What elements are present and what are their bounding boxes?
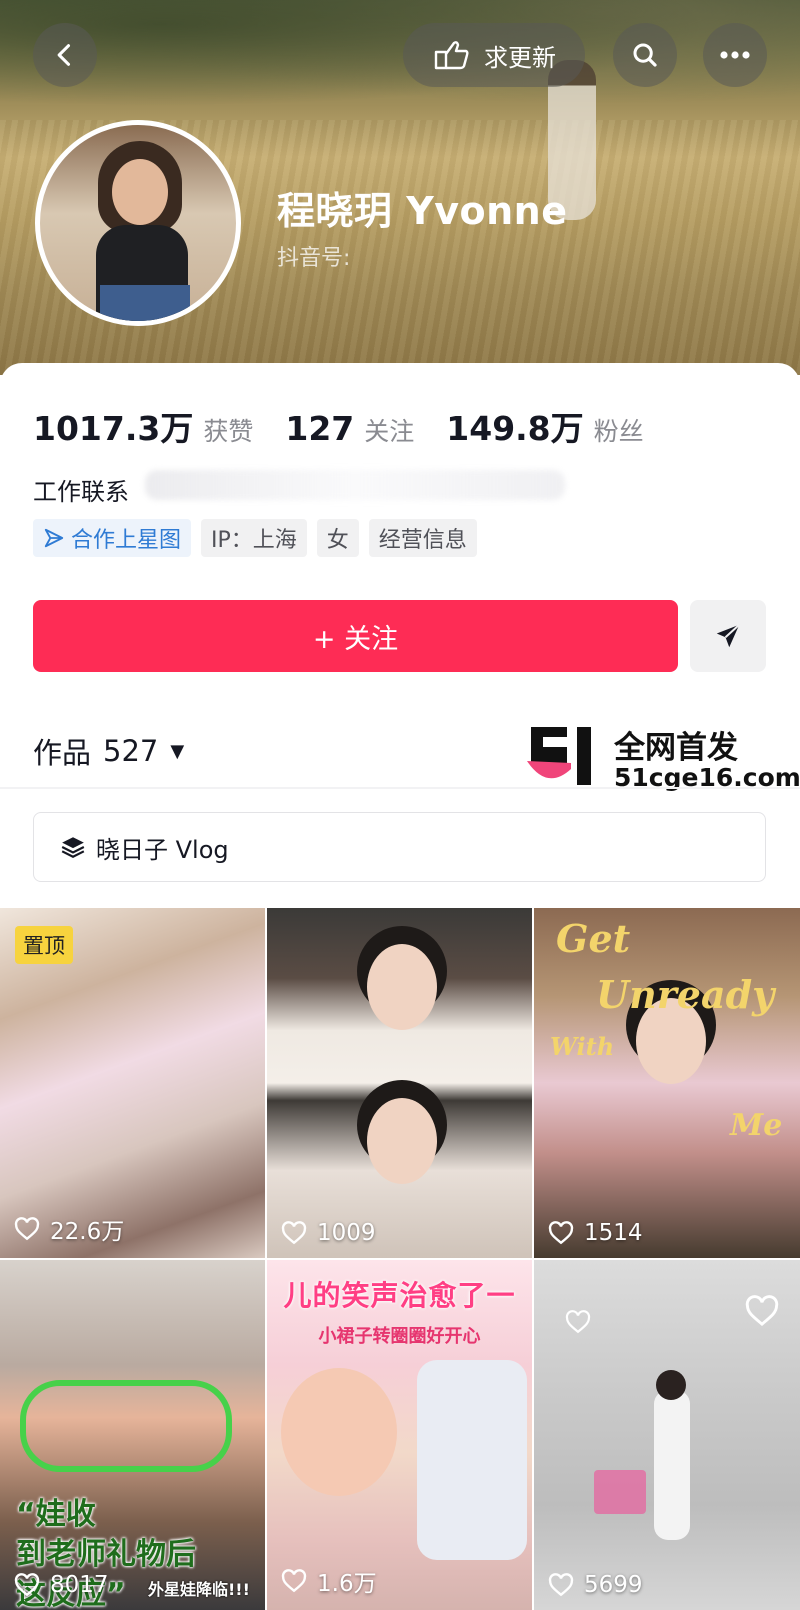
star-map-icon (44, 528, 64, 548)
works-label: 作品 (33, 736, 92, 770)
heart-icon (281, 1221, 307, 1245)
heart-icon (14, 1573, 40, 1597)
search-icon (633, 43, 657, 67)
stat-following-number: 127 (285, 409, 355, 448)
thumb-person-dress (654, 1390, 690, 1540)
video-thumbnail-3[interactable]: Get Unready With Me 1514 (534, 908, 800, 1258)
stat-followers-label: 粉丝 (593, 417, 644, 446)
like-count-value: 5699 (584, 1572, 643, 1598)
like-count-value: 1514 (584, 1220, 643, 1246)
follow-button[interactable]: + 关注 (33, 600, 678, 672)
thumb-person-face-2 (367, 1098, 437, 1184)
request-update-label: 求更新 (484, 43, 556, 72)
tag-gender-label: 女 (326, 528, 349, 553)
tag-business-info[interactable]: 经营信息 (368, 519, 477, 557)
like-count-value: 8017 (50, 1572, 109, 1598)
tag-star-cooperation[interactable]: 合作上星图 (33, 519, 192, 557)
pointing-hand-icon (434, 41, 469, 70)
more-button[interactable] (703, 23, 767, 87)
profile-username: 程晓玥 Yvonne (277, 189, 568, 233)
follow-button-label: + 关注 (312, 623, 399, 655)
video-thumbnail-2[interactable]: 1009 (267, 908, 532, 1258)
like-count-value: 1009 (317, 1220, 376, 1246)
thumb-dress (417, 1360, 527, 1560)
like-count: 1514 (548, 1220, 643, 1246)
overlay-title-word-1: Get (556, 916, 631, 961)
thumb-child-face (281, 1368, 397, 1496)
pinned-badge: 置顶 (15, 926, 73, 964)
tag-ip-location: IP：上海 (201, 519, 307, 557)
works-count: 527 (103, 734, 159, 768)
heart-decoration-icon (565, 1310, 591, 1334)
tag-business-label: 经营信息 (378, 528, 467, 553)
stat-likes-number: 1017.3万 (33, 409, 194, 448)
like-count-value: 1.6万 (317, 1571, 377, 1597)
video-grid: 置顶 22.6万 1009 Get Unready With Me 1514 “… (0, 908, 800, 1610)
stat-likes: 1017.3万 获赞 (33, 402, 253, 450)
layers-icon (61, 837, 85, 858)
heart-icon (14, 1217, 40, 1241)
like-count-value: 22.6万 (50, 1219, 125, 1245)
thumb-person-face (367, 944, 437, 1030)
search-button[interactable] (613, 23, 677, 87)
request-update-button[interactable]: 求更新 (403, 23, 585, 87)
like-count: 1009 (281, 1220, 376, 1246)
overlay-subtitle: 外星娃降临!!! (148, 1580, 250, 1599)
caret-down-icon: ▼ (170, 740, 185, 762)
heart-icon (281, 1569, 307, 1593)
overlay-title-word-3: With (550, 1032, 615, 1061)
video-thumbnail-4[interactable]: “娃收 到老师礼物后 这反应” 外星娃降临!!! 8017 (0, 1260, 265, 1610)
watermark-logo (527, 727, 591, 785)
profile-tags: 合作上星图 IP：上海 女 经营信息 (33, 519, 477, 557)
stat-following[interactable]: 127 关注 (285, 409, 414, 448)
share-button[interactable] (690, 600, 766, 672)
overlay-title-word-4: Me (730, 1108, 783, 1143)
section-divider (0, 787, 800, 789)
overlay-title: 儿的笑声治愈了一 (283, 1279, 516, 1312)
video-thumbnail-5[interactable]: 儿的笑声治愈了一 小裙子转圈圈好开心 1.6万 (267, 1260, 532, 1610)
watermark-text: 全网首发 (614, 730, 738, 766)
stat-likes-label: 获赞 (203, 417, 254, 446)
overlay-title-word-2: Unready (596, 972, 775, 1017)
heart-icon (548, 1573, 574, 1597)
like-count: 8017 (14, 1572, 109, 1598)
contact-redacted (145, 470, 565, 500)
thumb-person-head (656, 1370, 686, 1400)
tag-gender: 女 (316, 519, 359, 557)
avatar[interactable] (35, 120, 241, 326)
profile-stats: 1017.3万 获赞 127 关注 149.8万 粉丝 (33, 402, 676, 450)
douyin-id-label: 抖音号: (277, 246, 351, 271)
thumb-pink-bag (594, 1470, 646, 1514)
works-tab[interactable]: 作品 527 ▼ (33, 730, 184, 772)
send-icon (716, 624, 740, 648)
overlay-subtitle: 小裙子转圈圈好开心 (318, 1326, 481, 1347)
stat-followers[interactable]: 149.8万 粉丝 (446, 402, 643, 450)
like-count: 1.6万 (281, 1564, 377, 1598)
heart-icon (548, 1221, 574, 1245)
playlist-collection[interactable]: 晓日子 Vlog (33, 812, 766, 882)
tag-star-label: 合作上星图 (71, 528, 182, 553)
heart-decoration-icon (745, 1295, 779, 1326)
tag-ip-label: IP：上海 (211, 528, 297, 553)
avatar-skirt (100, 285, 190, 321)
playlist-label: 晓日子 Vlog (96, 835, 229, 864)
chevron-left-icon (57, 44, 71, 66)
stat-followers-number: 149.8万 (446, 409, 584, 448)
contact-label: 工作联系 (33, 478, 129, 506)
video-thumbnail-1[interactable]: 置顶 22.6万 (0, 908, 265, 1258)
like-count: 22.6万 (14, 1212, 124, 1246)
video-thumbnail-6[interactable]: 5699 (534, 1260, 800, 1610)
back-button[interactable] (33, 23, 97, 87)
banner-background (0, 0, 800, 120)
green-glasses-prop (20, 1380, 232, 1472)
like-count: 5699 (548, 1572, 643, 1598)
more-dots-icon (720, 51, 750, 59)
stat-following-label: 关注 (364, 417, 415, 446)
avatar-face (112, 159, 168, 225)
